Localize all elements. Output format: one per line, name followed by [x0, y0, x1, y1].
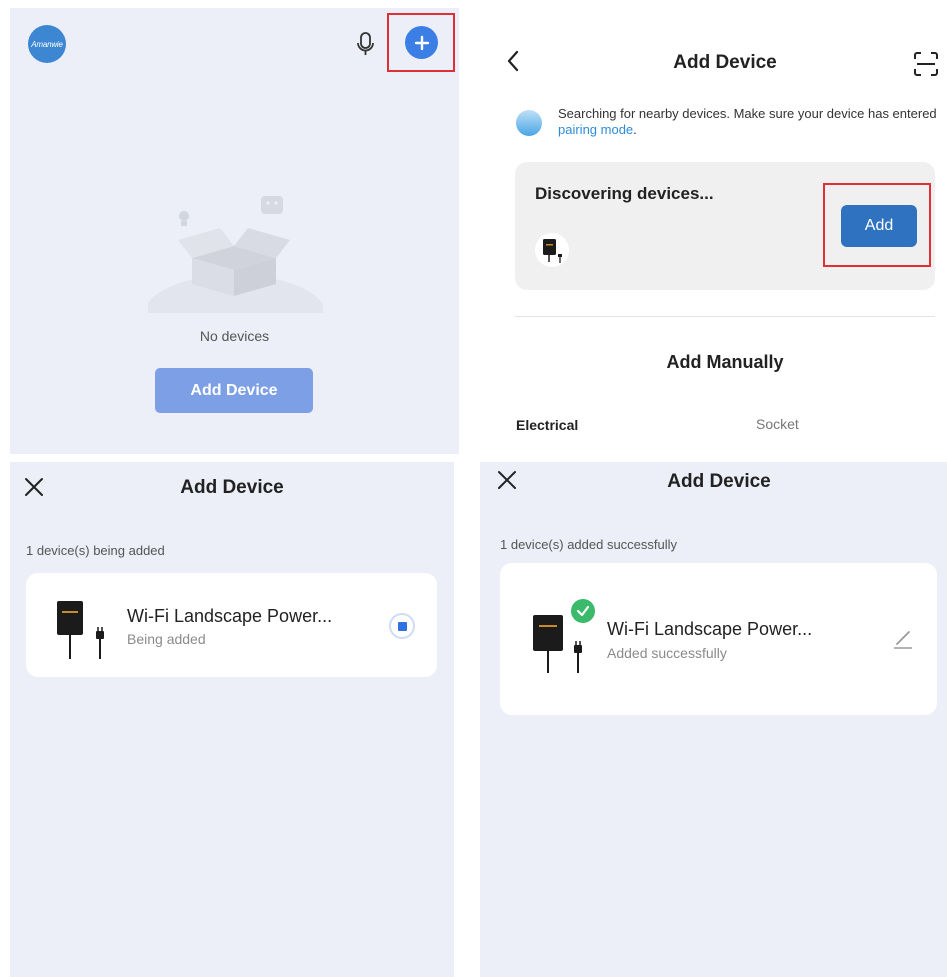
page-title: Add Device [667, 471, 771, 492]
add-device-discover-screen: Add Device Searching for nearby devices.… [475, 8, 945, 462]
tab-socket[interactable]: Socket [756, 416, 799, 432]
added-status-text: 1 device(s) added successfully [500, 537, 678, 552]
pairing-mode-link[interactable]: pairing mode [558, 122, 633, 137]
discovered-device-thumbnail[interactable] [535, 233, 569, 267]
brand-logo: Amanwie [28, 25, 66, 63]
device-card[interactable]: Wi-Fi Landscape Power... Added successfu… [500, 563, 937, 715]
search-message-text: Searching for nearby devices. Make sure … [558, 106, 937, 121]
page-title: Add Device [180, 477, 284, 498]
device-status: Being added [127, 631, 206, 647]
page-title: Add Device [673, 52, 777, 73]
add-discovered-device-button[interactable]: Add [841, 205, 917, 247]
home-screen: Amanwie No devices Add Device [10, 8, 459, 454]
search-message-period: . [633, 122, 637, 137]
adding-progress-icon [389, 613, 415, 639]
empty-box-illustration [148, 196, 323, 313]
discovering-title: Discovering devices... [535, 184, 714, 203]
device-card[interactable]: Wi-Fi Landscape Power... Being added [26, 573, 437, 677]
tab-electrical[interactable]: Electrical [516, 417, 578, 433]
divider [515, 316, 935, 317]
success-check-icon [571, 599, 595, 623]
add-device-button[interactable]: Add Device [155, 368, 313, 413]
power-pack-icon [543, 239, 562, 263]
device-name: Wi-Fi Landscape Power... [607, 619, 813, 639]
scan-icon[interactable] [913, 51, 939, 77]
device-being-added-screen: Add Device 1 device(s) being added Wi-Fi… [10, 462, 454, 977]
searching-spinner-icon [516, 110, 542, 136]
device-added-screen: Add Device 1 device(s) added successfull… [480, 462, 947, 977]
search-message: Searching for nearby devices. Make sure … [558, 106, 938, 138]
device-name: Wi-Fi Landscape Power... [127, 606, 333, 626]
microphone-icon[interactable] [354, 30, 378, 58]
edit-pencil-icon[interactable] [892, 627, 914, 649]
no-devices-text: No devices [199, 328, 270, 344]
plus-icon [414, 35, 429, 50]
adding-status-text: 1 device(s) being added [26, 543, 165, 558]
add-manually-title: Add Manually [666, 352, 784, 372]
device-status: Added successfully [607, 645, 727, 661]
add-plus-button[interactable] [405, 26, 438, 59]
power-pack-icon [57, 601, 104, 659]
